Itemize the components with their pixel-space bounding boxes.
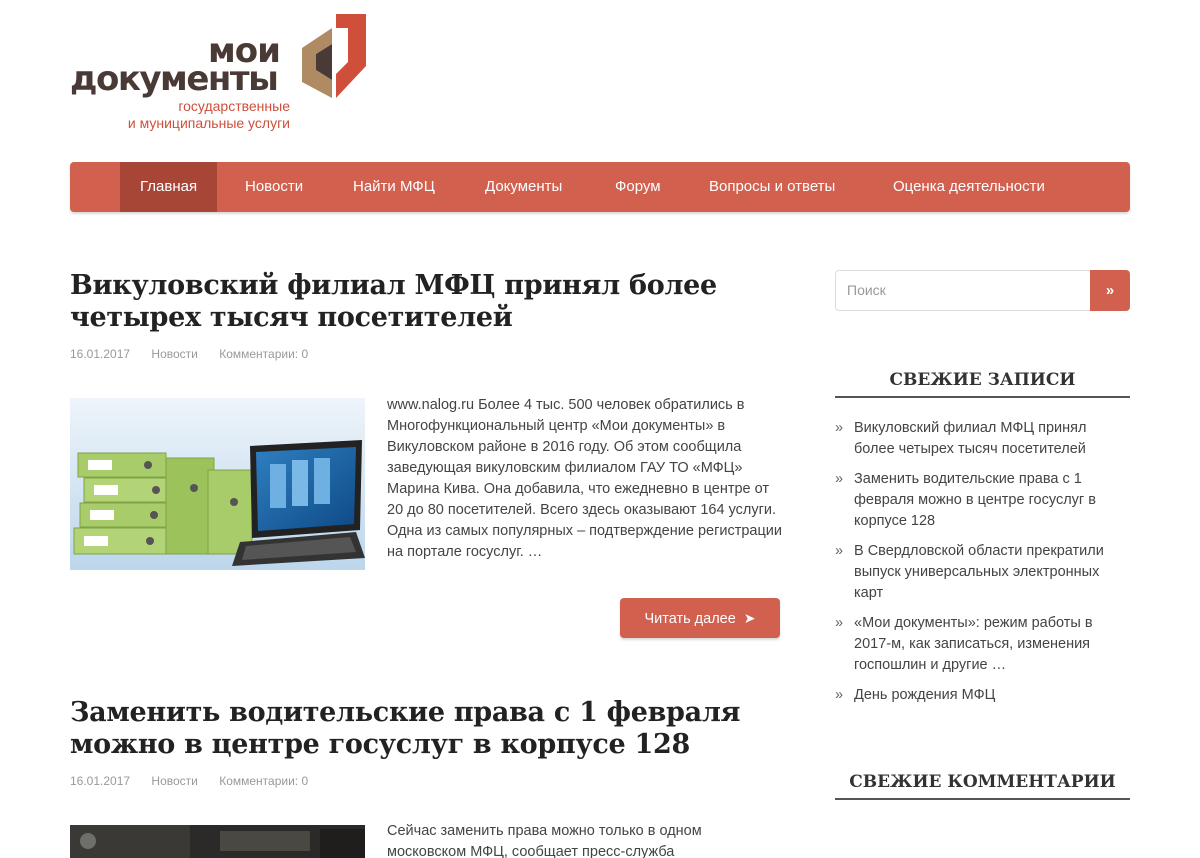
recent-comments-title: СВЕЖИЕ КОММЕНТАРИИ bbox=[835, 772, 1130, 800]
article-title-line: Викуловский филиал МФЦ принял более bbox=[70, 270, 717, 301]
nav-item-find-mfc[interactable]: Найти МФЦ bbox=[333, 162, 455, 212]
recent-post-label: В Свердловской области прекратили выпуск… bbox=[854, 543, 1104, 601]
article-title[interactable]: Заменить водительские права с 1 февраля … bbox=[70, 697, 770, 761]
article-title-line: можно в центре госуслуг в корпусе 128 bbox=[70, 729, 690, 760]
bullet-icon: » bbox=[835, 420, 844, 436]
recent-posts-title: СВЕЖИЕ ЗАПИСИ bbox=[835, 370, 1130, 398]
logo-subtitle-2: и муниципальные услуги bbox=[127, 115, 290, 131]
nav-item-home[interactable]: Главная bbox=[120, 162, 218, 212]
read-more-button[interactable]: Читать далее ➤ bbox=[620, 598, 780, 638]
office-photo-image bbox=[70, 825, 365, 858]
nav-item-documents[interactable]: Документы bbox=[465, 162, 582, 212]
article-date: 16.01.2017 bbox=[70, 774, 131, 788]
article-excerpt: Сейчас заменить права можно только в одн… bbox=[387, 823, 702, 858]
nav-item-rating[interactable]: Оценка деятельности bbox=[873, 162, 1065, 212]
site-logo[interactable]: мои документы государственные и муниципа… bbox=[70, 14, 370, 134]
recent-post-label: «Мои документы»: режим работы в 2017-м, … bbox=[854, 615, 1093, 673]
article-meta: 16.01.2017 Новости Комментарии: 0 bbox=[70, 347, 326, 361]
folders-laptop-image bbox=[70, 398, 365, 570]
recent-post-label: Викуловский филиал МФЦ принял более четы… bbox=[854, 420, 1087, 457]
recent-posts-list: » Викуловский филиал МФЦ принял более чет… bbox=[835, 418, 1130, 715]
article-comments-link[interactable]: Комментарии: 0 bbox=[219, 774, 308, 788]
recent-post-label: День рождения МФЦ bbox=[854, 687, 996, 703]
article-thumbnail[interactable] bbox=[70, 398, 365, 570]
recent-post-link[interactable]: » Заменить водительские права с 1 февраля… bbox=[835, 469, 1130, 532]
article-title[interactable]: Викуловский филиал МФЦ принял более четы… bbox=[70, 270, 770, 334]
article-comments-link[interactable]: Комментарии: 0 bbox=[219, 347, 308, 361]
nav-item-news[interactable]: Новости bbox=[225, 162, 323, 212]
arrow-right-icon: ➤ bbox=[743, 610, 756, 626]
nav-item-faq[interactable]: Вопросы и ответы bbox=[689, 162, 855, 212]
logo-emblem-icon bbox=[302, 14, 366, 98]
recent-post-link[interactable]: » День рождения МФЦ bbox=[835, 685, 1130, 706]
search-button[interactable]: » bbox=[1090, 270, 1130, 311]
recent-post-link[interactable]: » «Мои документы»: режим работы в 2017-м,… bbox=[835, 613, 1130, 676]
recent-post-link[interactable]: » Викуловский филиал МФЦ принял более чет… bbox=[835, 418, 1130, 460]
read-more-label: Читать далее bbox=[644, 611, 736, 627]
main-navigation: Главная Новости Найти МФЦ Документы Фору… bbox=[70, 162, 1130, 212]
bullet-icon: » bbox=[835, 471, 844, 487]
bullet-icon: » bbox=[835, 615, 844, 631]
search-input[interactable]: Поиск bbox=[835, 270, 1091, 311]
logo-text-line2: документы bbox=[70, 59, 279, 99]
article-title-line: четырех тысяч посетителей bbox=[70, 302, 513, 333]
article-title-line: Заменить водительские права с 1 февраля bbox=[70, 697, 741, 728]
article-category-link[interactable]: Новости bbox=[151, 774, 197, 788]
article-thumbnail[interactable] bbox=[70, 825, 365, 858]
recent-post-label: Заменить водительские права с 1 февраля … bbox=[854, 471, 1096, 529]
article-meta: 16.01.2017 Новости Комментарии: 0 bbox=[70, 774, 326, 788]
article-excerpt: www.nalog.ru Более 4 тыс. 500 человек об… bbox=[387, 397, 782, 560]
article-date: 16.01.2017 bbox=[70, 347, 131, 361]
logo-subtitle-1: государственные bbox=[178, 98, 290, 114]
bullet-icon: » bbox=[835, 543, 844, 559]
bullet-icon: » bbox=[835, 687, 844, 703]
article-category-link[interactable]: Новости bbox=[151, 347, 197, 361]
nav-item-forum[interactable]: Форум bbox=[595, 162, 681, 212]
recent-post-link[interactable]: » В Свердловской области прекратили выпус… bbox=[835, 541, 1130, 604]
